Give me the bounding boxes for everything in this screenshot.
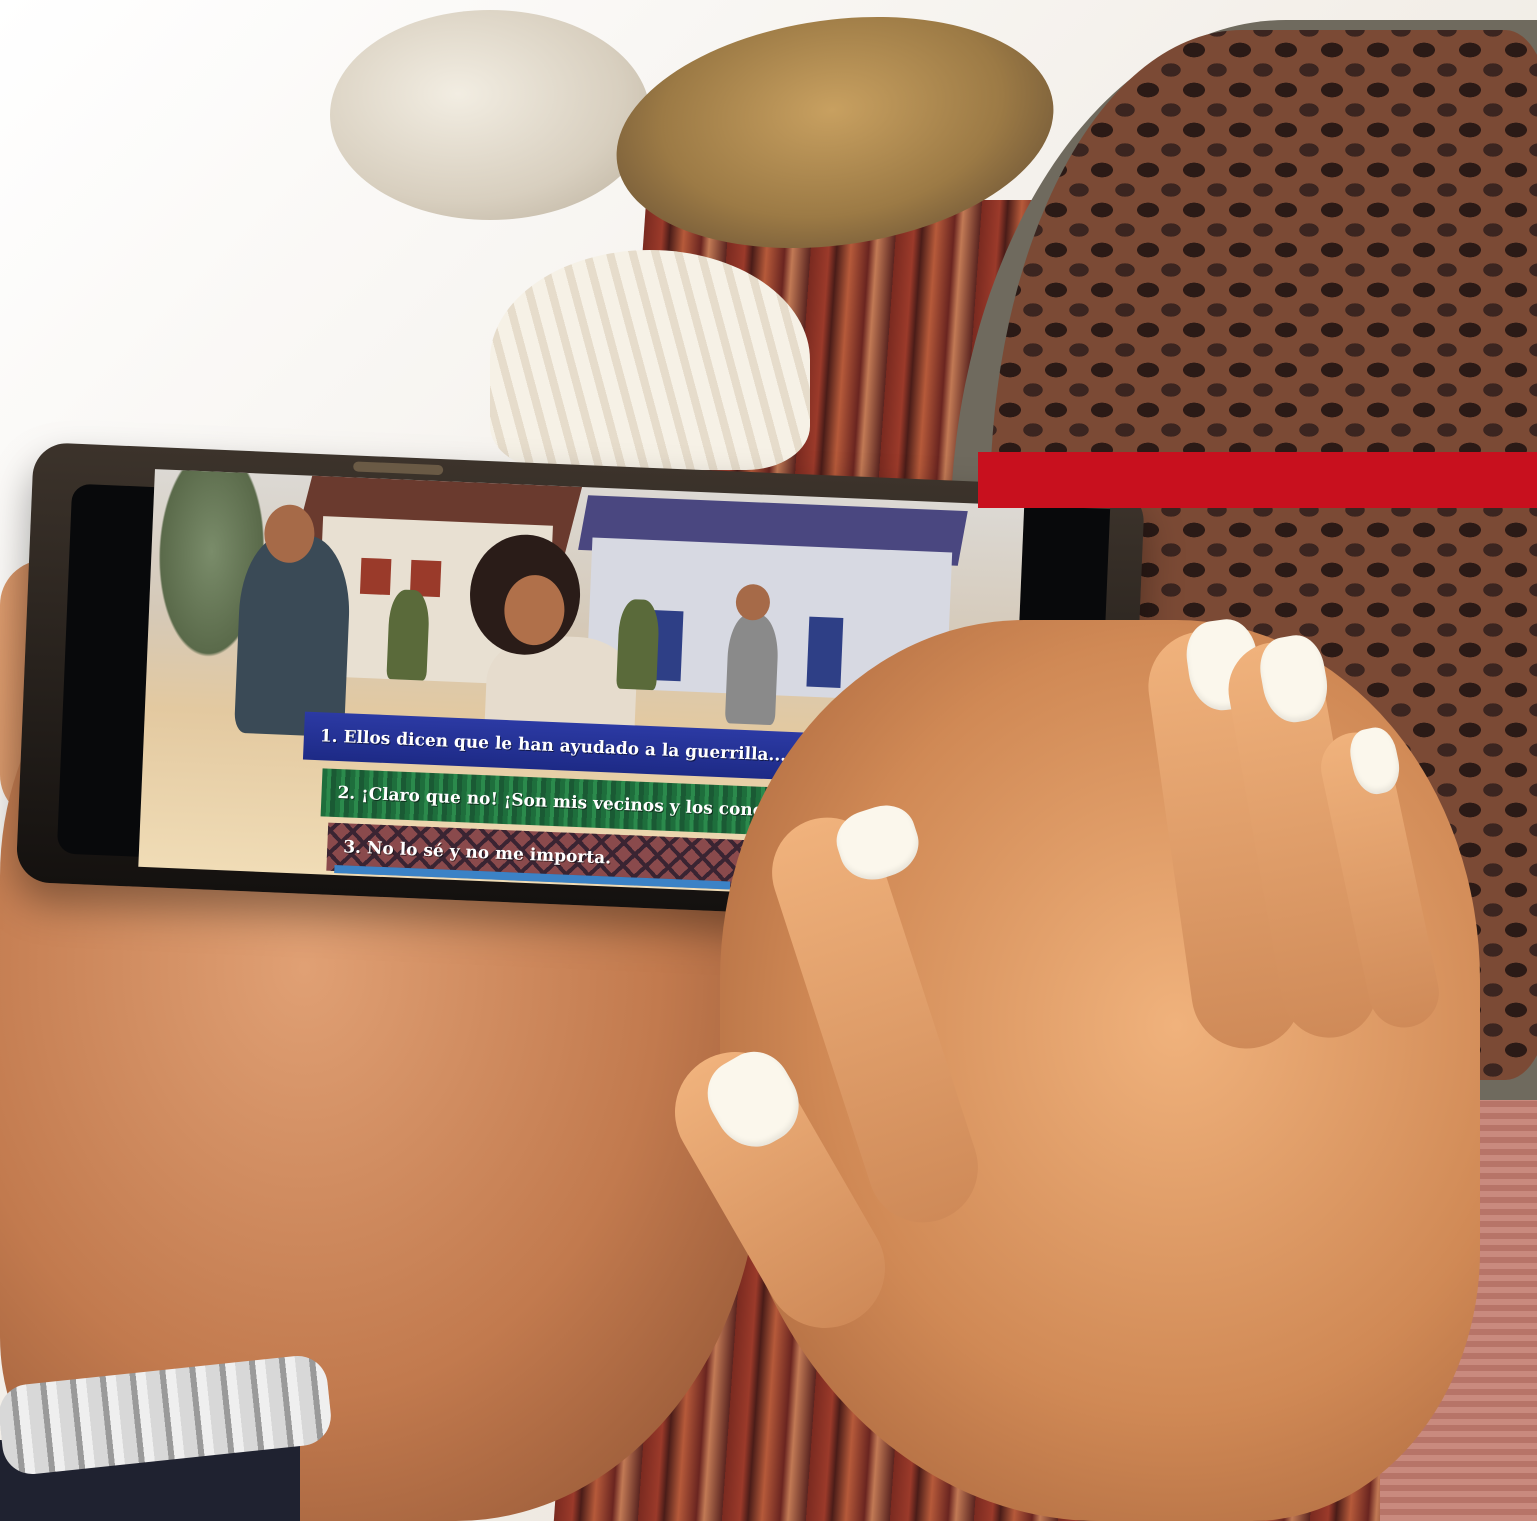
red-accent-band (978, 452, 1537, 508)
screen-letterbox-left (56, 483, 155, 857)
game-character-man (234, 532, 353, 738)
game-character-soldier (386, 589, 431, 681)
game-door (806, 616, 844, 688)
game-character-villager (724, 613, 780, 726)
phone-speaker (353, 461, 444, 476)
game-character-soldier (616, 598, 660, 691)
game-window (359, 557, 392, 596)
scallop-seashell (490, 250, 810, 470)
photo-scene: 1. Ellos dicen que le han ayudado a la g… (0, 0, 1537, 1521)
white-seashell (330, 10, 650, 220)
